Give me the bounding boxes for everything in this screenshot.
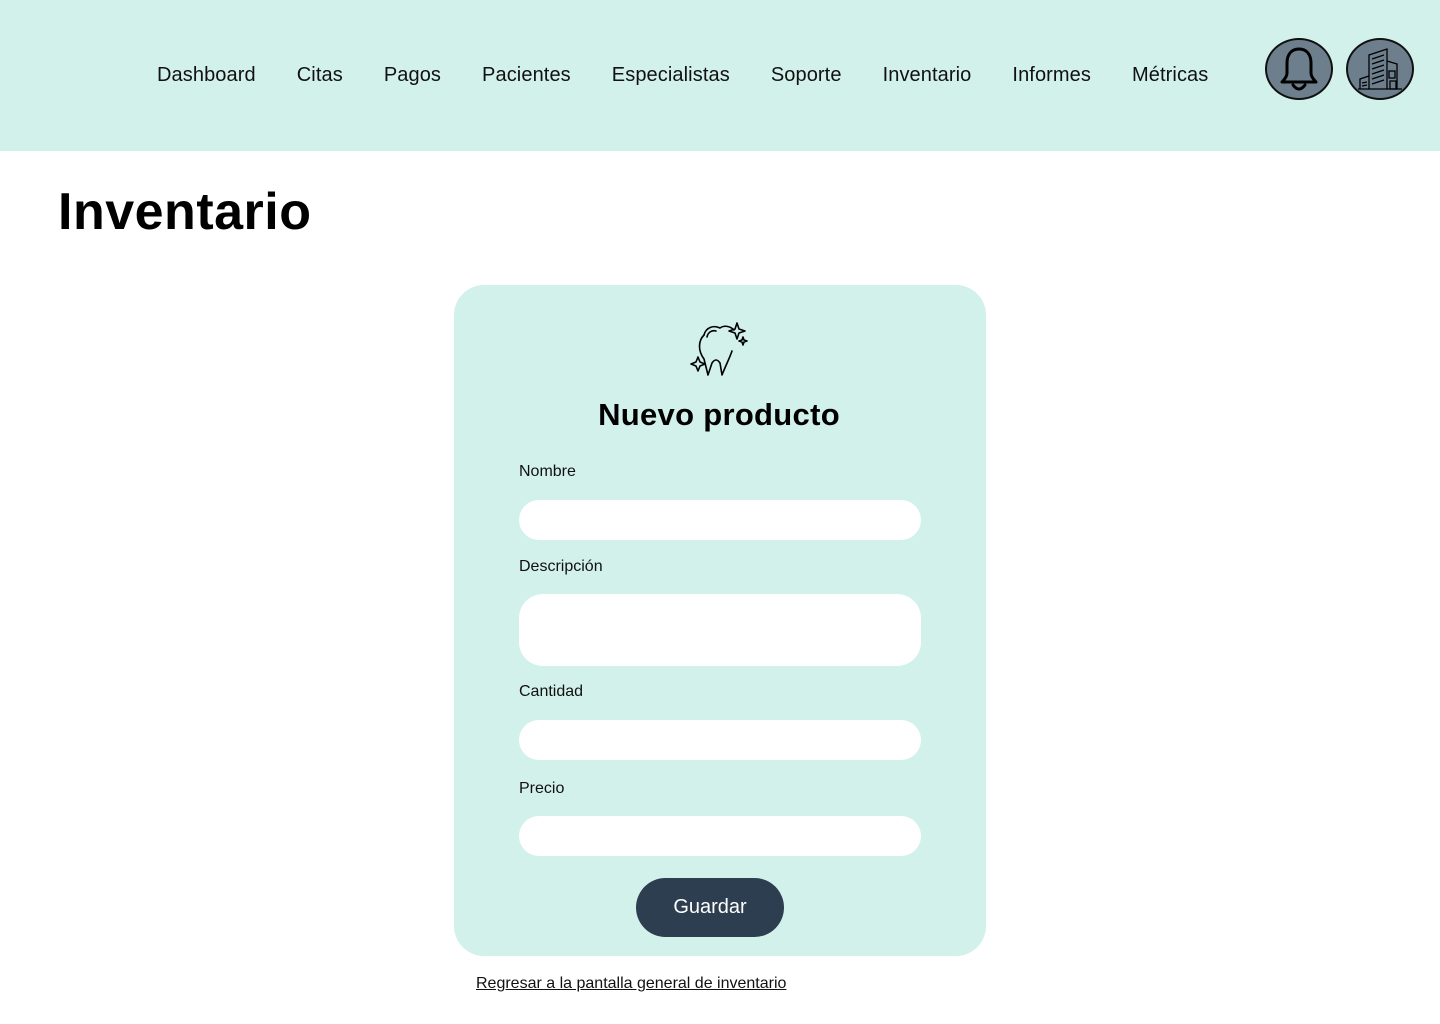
cantidad-label: Cantidad [519,683,584,700]
bell-icon [1280,47,1318,91]
tooth-icon [690,322,748,376]
top-navigation-bar: Dashboard Citas Pagos Pacientes Especial… [0,0,1440,151]
nav-item-dashboard[interactable]: Dashboard [157,64,256,87]
nav-item-citas[interactable]: Citas [297,64,343,87]
form-title: Nuevo producto [598,397,840,432]
nombre-label: Nombre [519,463,576,480]
descripcion-label: Descripción [519,558,603,575]
nombre-input[interactable] [519,500,921,540]
descripcion-input[interactable] [519,594,921,666]
back-to-inventory-link[interactable]: Regresar a la pantalla general de invent… [476,975,786,993]
nav-item-inventario[interactable]: Inventario [883,64,972,87]
cantidad-input[interactable] [519,720,921,760]
precio-label: Precio [519,780,565,797]
page-title: Inventario [58,183,312,241]
nav-item-soporte[interactable]: Soporte [771,64,842,87]
nav-item-pacientes[interactable]: Pacientes [482,64,571,87]
notifications-button[interactable] [1265,38,1333,100]
nav-item-pagos[interactable]: Pagos [384,64,441,87]
nav-item-metricas[interactable]: Métricas [1132,64,1208,87]
nav-item-especialistas[interactable]: Especialistas [612,64,730,87]
nav-item-informes[interactable]: Informes [1012,64,1091,87]
main-nav: Dashboard Citas Pagos Pacientes Especial… [157,62,1208,88]
new-product-form: Nuevo producto Nombre Descripción Cantid… [454,285,986,956]
precio-input[interactable] [519,816,921,856]
organization-button[interactable] [1346,38,1414,100]
save-button[interactable]: Guardar [636,878,784,937]
building-icon [1358,48,1402,90]
